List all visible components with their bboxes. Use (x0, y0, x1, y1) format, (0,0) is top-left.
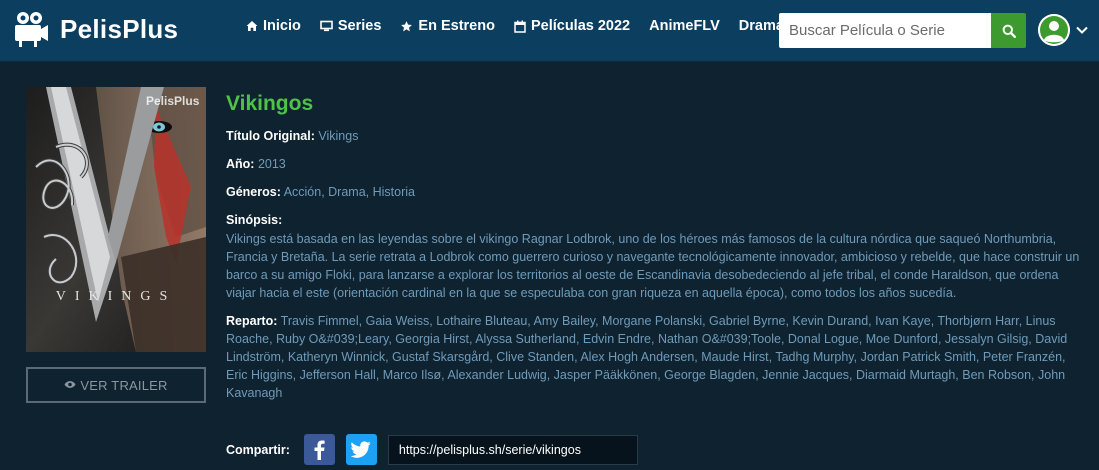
nav-label: Inicio (263, 18, 301, 34)
film-camera-icon (15, 12, 48, 47)
brand-logo[interactable]: PelisPlus (12, 10, 178, 48)
chevron-down-icon (1076, 26, 1088, 34)
nav-label: AnimeFLV (649, 18, 720, 34)
star-icon (401, 20, 413, 31)
nav-label: En Estreno (418, 18, 495, 34)
vikings-poster-art: PelisPlus VIKINGS (26, 87, 206, 352)
page-title: Vikingos (226, 92, 314, 115)
synopsis-label: Sinópsis: (226, 213, 283, 227)
facebook-share-button[interactable] (303, 434, 335, 465)
search-button[interactable] (991, 13, 1026, 48)
brand-name: PelisPlus (60, 13, 179, 44)
cast-links[interactable]: Travis Fimmel, Gaia Weiss, Lothaire Blut… (226, 314, 1067, 400)
nav-label: Drama (738, 18, 784, 34)
search-icon (1002, 24, 1016, 38)
nav-series[interactable]: Series (320, 18, 382, 34)
user-icon (1038, 14, 1070, 46)
nav-inicio[interactable]: Inicio (246, 18, 301, 34)
original-title-row: Título Original: Vikings (226, 127, 1086, 145)
cast-row: Reparto: Travis Fimmel, Gaia Weiss, Loth… (226, 312, 1086, 402)
avatar (1038, 14, 1070, 46)
main-nav: Inicio Series En Estreno Películas 2022 … (246, 18, 803, 34)
poster-title-text: VIKINGS (56, 289, 177, 304)
genres-links[interactable]: Acción, Drama, Historia (284, 185, 415, 199)
nav-drama[interactable]: Drama (739, 18, 784, 34)
top-navbar: PelisPlus Inicio Series En Estreno Pelíc… (0, 0, 1099, 62)
user-menu[interactable] (1038, 14, 1088, 46)
nav-animeflv[interactable]: AnimeFLV (649, 18, 720, 34)
genres-row: Géneros: Acción, Drama, Historia (226, 183, 1086, 201)
monitor-icon (320, 20, 333, 32)
nav-label: Series (337, 18, 382, 34)
year-row: Año: 2013 (226, 155, 1086, 173)
show-details: Vikingos Título Original: Vikings Año: 2… (226, 91, 1086, 402)
year-label: Año: (226, 157, 255, 171)
poster-image: PelisPlus VIKINGS (26, 87, 206, 352)
watch-trailer-button[interactable]: VER TRAILER (26, 367, 206, 403)
share-row: Compartir: https://pelisplus.sh/serie/vi… (226, 434, 638, 465)
genres-label: Géneros: (226, 185, 281, 199)
nav-peliculas-2022[interactable]: Películas 2022 (514, 18, 630, 34)
trailer-label: VER TRAILER (80, 377, 168, 393)
poster-watermark: PelisPlus (146, 94, 200, 108)
cast-label: Reparto: (226, 314, 278, 328)
twitter-icon (351, 441, 371, 458)
synopsis-text: Vikings está basada en las leyendas sobr… (226, 232, 1080, 300)
share-label: Compartir: (226, 442, 290, 457)
nav-en-estreno[interactable]: En Estreno (400, 18, 495, 34)
nav-label: Películas 2022 (530, 18, 631, 34)
original-title-label: Título Original: (226, 129, 315, 143)
eye-icon (64, 378, 76, 392)
original-title-value[interactable]: Vikings (318, 129, 358, 143)
facebook-icon (314, 440, 326, 460)
home-icon (246, 21, 258, 31)
search-bar (779, 13, 1026, 48)
year-link[interactable]: 2013 (258, 157, 286, 171)
share-url-field[interactable]: https://pelisplus.sh/serie/vikingos (387, 434, 638, 465)
search-input[interactable] (779, 13, 991, 48)
twitter-share-button[interactable] (345, 434, 377, 465)
calendar-icon (514, 20, 526, 33)
